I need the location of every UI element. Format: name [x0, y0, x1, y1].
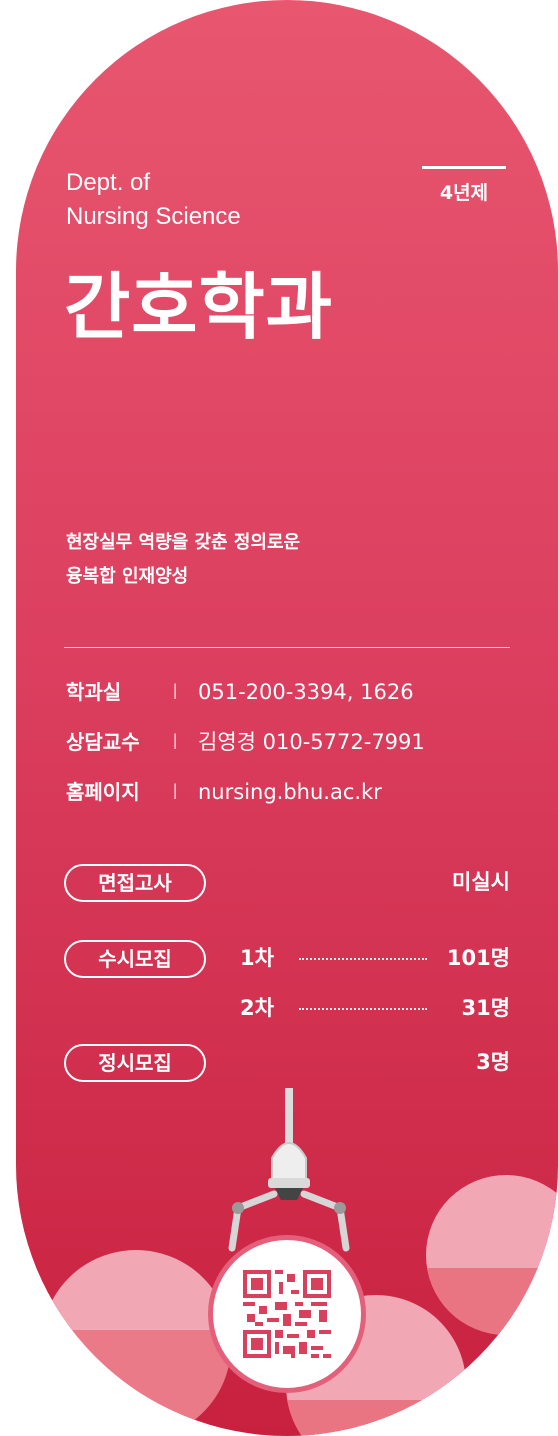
- susi-round2-label: 2차: [240, 996, 274, 1020]
- qr-frame[interactable]: [208, 1235, 366, 1393]
- dept-line-2: Nursing Science: [66, 203, 241, 230]
- separator: I: [172, 780, 179, 804]
- department-card: Dept. of Nursing Science 4년제 간호학과 현장실무 역…: [16, 0, 558, 1436]
- separator: I: [172, 730, 179, 754]
- separator: I: [172, 680, 179, 704]
- slogan: 현장실무 역량을 갖춘 정의로운 융복합 인재양성: [66, 526, 300, 594]
- dot-leader: [299, 1008, 427, 1010]
- slogan-line-2: 융복합 인재양성: [66, 566, 189, 587]
- jeongsi-pill: 정시모집: [64, 1044, 206, 1082]
- slogan-line-1: 현장실무 역량을 갖춘 정의로운: [66, 532, 301, 553]
- jeongsi-value: 3명: [476, 1050, 510, 1074]
- contact-office-label: 학과실: [66, 680, 122, 704]
- page-title: 간호학과: [64, 265, 333, 349]
- susi-round1-value: 101명: [446, 946, 510, 970]
- section-divider: [64, 647, 510, 648]
- department-english-name: Dept. of Nursing Science: [66, 166, 241, 234]
- susi-pill: 수시모집: [64, 940, 206, 978]
- contact-homepage-link[interactable]: nursing.bhu.ac.kr: [198, 780, 382, 804]
- contact-homepage: 홈페이지 Inursing.bhu.ac.kr: [66, 777, 382, 807]
- interview-value: 미실시: [452, 870, 510, 894]
- interview-pill: 면접고사: [64, 864, 206, 902]
- years-rule: [422, 166, 506, 169]
- contact-office: 학과실 I 051-200-3394, 1626: [66, 677, 414, 707]
- claw-machine-icon: [228, 1088, 350, 1252]
- qr-code-icon: [243, 1270, 331, 1358]
- susi-round2-value: 31명: [461, 996, 510, 1020]
- susi-round1-label: 1차: [240, 946, 274, 970]
- contact-advisor-label: 상담교수: [66, 730, 140, 754]
- dept-line-1: Dept. of: [66, 169, 151, 196]
- contact-advisor-value: 김영경 010-5772-7991: [198, 730, 425, 754]
- contact-office-value: 051-200-3394, 1626: [198, 680, 414, 704]
- contact-advisor: 상담교수 I 김영경 010-5772-7991: [66, 727, 425, 757]
- program-years-badge: 4년제: [439, 182, 489, 204]
- contact-homepage-label: 홈페이지: [66, 780, 140, 804]
- dot-leader: [299, 958, 427, 960]
